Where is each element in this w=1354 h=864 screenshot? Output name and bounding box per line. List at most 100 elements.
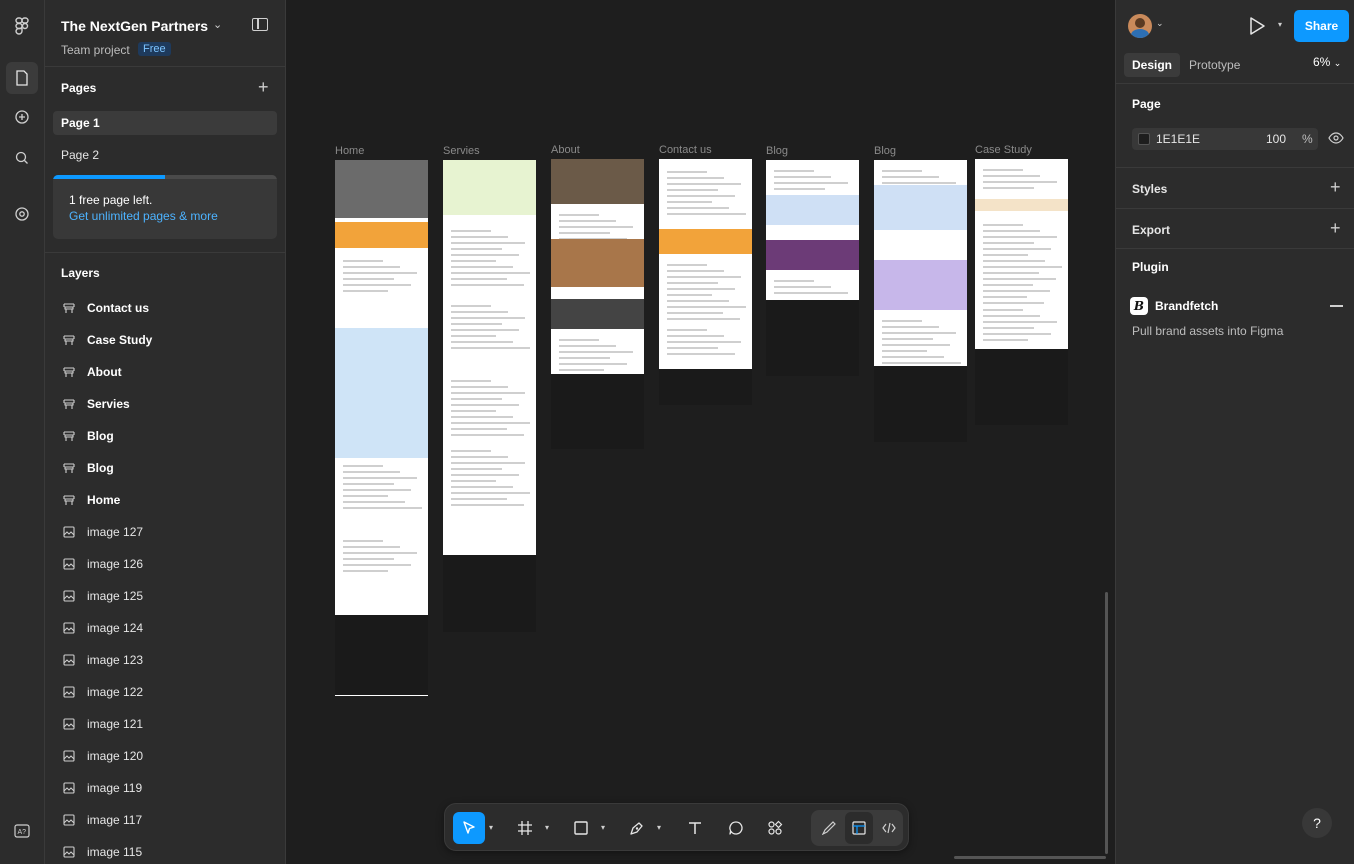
chevron-down-icon[interactable]: ▾ [489, 823, 493, 832]
frame-label[interactable]: Home [335, 145, 364, 157]
layer-item[interactable]: image 120 [53, 742, 277, 770]
frame-label[interactable]: About [551, 144, 580, 156]
image-layer-icon [63, 622, 75, 634]
layer-item[interactable]: image 124 [53, 614, 277, 642]
search-icon[interactable] [6, 142, 38, 174]
add-export-icon[interactable]: + [1330, 219, 1341, 237]
thumbnail-text-line [559, 351, 633, 353]
upsell-link[interactable]: Get unlimited pages & more [69, 209, 218, 223]
thumbnail-text-line [559, 345, 616, 347]
layer-label: image 121 [87, 717, 144, 731]
move-tool-icon[interactable] [453, 812, 485, 844]
layer-item[interactable]: Servies [53, 390, 277, 418]
layer-item[interactable]: image 122 [53, 678, 277, 706]
frame-thumbnail[interactable] [766, 160, 859, 376]
pen-tool-icon[interactable] [621, 812, 653, 844]
layer-item[interactable]: About [53, 358, 277, 386]
tab-design[interactable]: Design [1124, 53, 1181, 77]
dev-mode-icon[interactable] [875, 812, 903, 844]
layer-item[interactable]: image 115 [53, 838, 277, 864]
tab-prototype[interactable]: Prototype [1181, 53, 1248, 77]
frame-label[interactable]: Blog [766, 145, 788, 157]
layer-item[interactable]: Home [53, 486, 277, 514]
draw-mode-icon[interactable] [815, 812, 843, 844]
layer-item[interactable]: image 123 [53, 646, 277, 674]
thumbnail-text-line [667, 264, 707, 266]
frame-label[interactable]: Case Study [975, 144, 1032, 156]
plugin-name[interactable]: Brandfetch [1155, 299, 1218, 313]
layer-item[interactable]: image 121 [53, 710, 277, 738]
frame-tool-icon[interactable] [509, 812, 541, 844]
frame-label[interactable]: Blog [874, 145, 896, 157]
layer-item[interactable]: Blog [53, 454, 277, 482]
file-pages-icon[interactable] [6, 62, 38, 94]
thumbnail-text-line [983, 315, 1040, 317]
thumbnail-block [551, 374, 644, 449]
chevron-down-icon[interactable]: ▾ [601, 823, 605, 832]
toggle-sidebar-icon[interactable] [252, 18, 268, 31]
comment-tool-icon[interactable] [720, 812, 752, 844]
present-play-icon[interactable] [1248, 16, 1266, 39]
ai-translate-icon[interactable]: A? [6, 815, 38, 847]
thumbnail-block [551, 299, 644, 329]
thumbnail-text-line [451, 266, 513, 268]
layer-item[interactable]: Case Study [53, 326, 277, 354]
assets-icon[interactable] [6, 101, 38, 133]
frame-label[interactable]: Contact us [659, 144, 712, 156]
help-button[interactable]: ? [1302, 808, 1332, 838]
layer-item[interactable]: image 125 [53, 582, 277, 610]
add-style-icon[interactable]: + [1330, 178, 1341, 196]
chevron-down-icon[interactable]: ▾ [545, 823, 549, 832]
thumbnail-text-line [559, 369, 604, 371]
thumbnail-text-line [451, 450, 491, 452]
rectangle-tool-icon[interactable] [565, 812, 597, 844]
layer-item[interactable]: Contact us [53, 294, 277, 322]
plan-badge[interactable]: Free [138, 42, 171, 56]
project-name[interactable]: The NextGen Partners [61, 18, 208, 34]
plugins-icon[interactable] [6, 198, 38, 230]
fill-swatch[interactable] [1138, 133, 1150, 145]
image-layer-icon [63, 590, 75, 602]
page-item[interactable]: Page 2 [53, 143, 277, 167]
page-item[interactable]: Page 1 [53, 111, 277, 135]
design-mode-icon[interactable] [845, 812, 873, 844]
actions-tool-icon[interactable] [759, 812, 791, 844]
page-fill-field[interactable]: 1E1E1E 100 % [1132, 128, 1318, 150]
frame-thumbnail[interactable] [975, 159, 1068, 425]
frame-thumbnail[interactable] [443, 160, 536, 632]
image-layer-icon [63, 718, 75, 730]
fill-opacity[interactable]: 100 [1266, 132, 1286, 146]
figma-menu-icon[interactable] [6, 10, 38, 42]
chevron-down-icon[interactable]: ▾ [657, 823, 661, 832]
frame-thumbnail[interactable] [874, 160, 967, 442]
frame-label[interactable]: Servies [443, 145, 480, 157]
zoom-level[interactable]: 6% ⌄ [1313, 55, 1341, 69]
frame-thumbnail[interactable] [659, 159, 752, 405]
chevron-down-icon[interactable]: ⌄ [213, 18, 222, 31]
remove-plugin-icon[interactable] [1330, 305, 1343, 307]
layer-item[interactable]: Blog [53, 422, 277, 450]
fill-hex[interactable]: 1E1E1E [1156, 132, 1200, 146]
canvas[interactable]: Home Servies About Contact us Blog Blog Case S… [286, 0, 1115, 864]
layer-item[interactable]: image 126 [53, 550, 277, 578]
chevron-down-icon[interactable]: ▾ [1278, 20, 1282, 29]
thumbnail-text-line [774, 182, 848, 184]
thumbnail-text-line [451, 498, 507, 500]
thumbnail-text-line [983, 278, 1056, 280]
avatar[interactable] [1128, 14, 1152, 38]
layer-item[interactable]: image 119 [53, 774, 277, 802]
layer-label: Case Study [87, 333, 153, 347]
chevron-down-icon[interactable]: ⌄ [1156, 18, 1164, 29]
layer-item[interactable]: image 117 [53, 806, 277, 834]
share-button[interactable]: Share [1294, 10, 1349, 42]
thumbnail-text-line [983, 187, 1034, 189]
horizontal-scrollbar[interactable] [954, 856, 1106, 859]
text-tool-icon[interactable] [679, 812, 711, 844]
layer-item[interactable]: image 127 [53, 518, 277, 546]
thumbnail-text-line [451, 456, 508, 458]
frame-thumbnail[interactable] [551, 159, 644, 449]
frame-thumbnail[interactable] [335, 160, 428, 696]
vertical-scrollbar[interactable] [1105, 592, 1108, 854]
eye-icon[interactable] [1328, 132, 1344, 147]
add-page-icon[interactable]: + [258, 78, 269, 96]
